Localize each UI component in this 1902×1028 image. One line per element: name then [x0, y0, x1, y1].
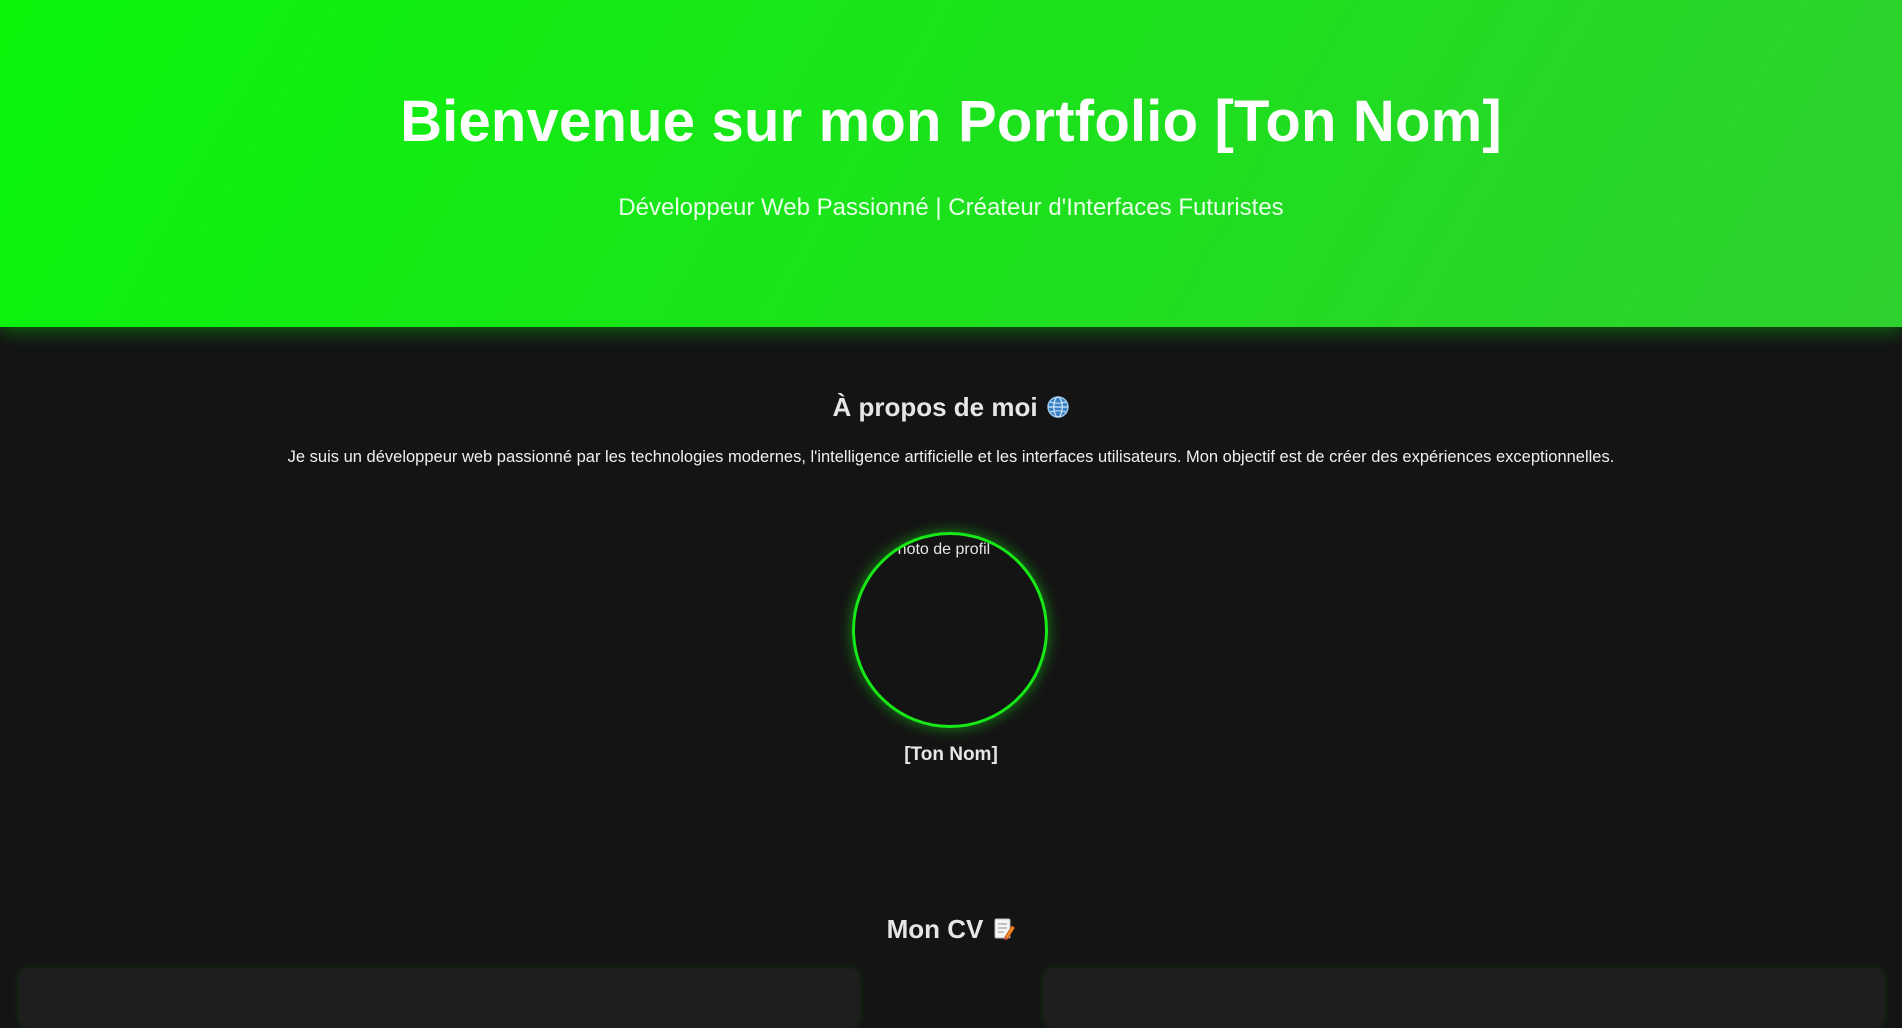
profile-photo: Photo de profil	[852, 532, 1048, 728]
memo-icon	[993, 917, 1016, 941]
hero-header: Bienvenue sur mon Portfolio [Ton Nom] Dé…	[0, 0, 1902, 327]
cv-title: Mon CV	[0, 914, 1902, 945]
profile-photo-alt-text: Photo de profil	[887, 541, 991, 558]
cv-card-left	[18, 968, 860, 1028]
globe-icon	[1046, 395, 1070, 419]
cv-card-right	[1043, 968, 1885, 1028]
about-title-text: À propos de moi	[832, 392, 1038, 422]
hero-subtitle: Développeur Web Passionné | Créateur d'I…	[618, 194, 1284, 221]
hero-title: Bienvenue sur mon Portfolio [Ton Nom]	[400, 89, 1502, 154]
about-text: Je suis un développeur web passionné par…	[287, 448, 1615, 466]
profile-name: [Ton Nom]	[904, 744, 998, 765]
cv-title-text: Mon CV	[886, 914, 984, 944]
about-title: À propos de moi	[0, 392, 1902, 423]
